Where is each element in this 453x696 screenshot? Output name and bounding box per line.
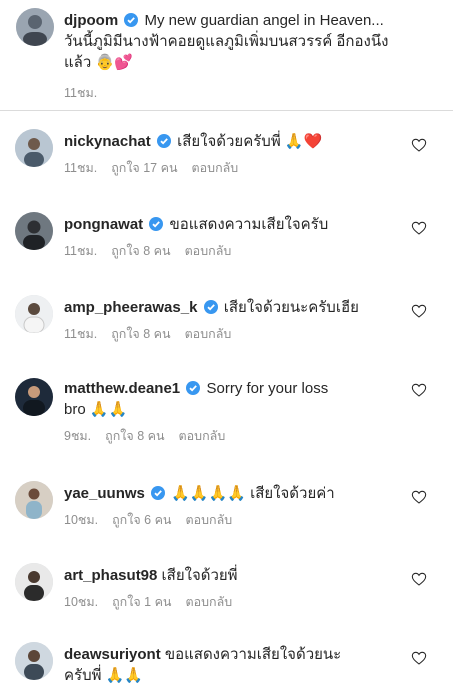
comment-username[interactable]: art_phasut98 xyxy=(64,567,157,584)
caption-username[interactable]: djpoom xyxy=(64,12,118,29)
comment-time: 11ชม. xyxy=(64,327,98,341)
caption-line-1: My new guardian angel in Heaven... xyxy=(144,12,384,29)
comment-emoji: 🙏🙏🙏🙏 xyxy=(171,484,246,502)
heart-icon[interactable] xyxy=(411,137,427,153)
avatar[interactable] xyxy=(15,563,53,601)
comment-likes[interactable]: ถูกใจ 8 คน xyxy=(111,241,170,261)
reply-button[interactable]: ตอบกลับ xyxy=(185,592,232,612)
comment-likes[interactable]: ถูกใจ 6 คน xyxy=(112,510,171,530)
caption-line-3: แล้ว xyxy=(64,54,92,71)
comment-emoji: 🙏🙏 xyxy=(105,666,144,684)
reply-button[interactable]: ตอบกลับ xyxy=(185,241,232,261)
reply-button[interactable]: ตอบกลับ xyxy=(185,324,232,344)
comment-text: matthew.deane1 Sorry for your loss bro 🙏… xyxy=(64,378,405,420)
comment-item: matthew.deane1 Sorry for your loss bro 🙏… xyxy=(0,360,453,465)
verified-badge-icon xyxy=(124,13,139,27)
comment-meta: 10ชม. ถูกใจ 1 คน ตอบกลับ xyxy=(64,592,453,612)
comment-time: 9ชม. xyxy=(64,429,92,443)
comment-item: yae_uunws 🙏🙏🙏🙏 เสียใจด้วยค่า 10ชม. ถูกใจ… xyxy=(0,465,453,545)
comment-text: nickynachat เสียใจด้วยครับพี่ 🙏❤️ xyxy=(64,131,405,152)
comment-emoji: 🙏❤️ xyxy=(284,132,323,150)
avatar[interactable] xyxy=(15,295,53,333)
comment-message-line-2: bro xyxy=(64,401,86,418)
comment-item: pongnawat ขอแสดงความเสียใจครับ 11ชม. ถูก… xyxy=(0,194,453,277)
verified-badge-icon xyxy=(151,486,166,500)
comment-username[interactable]: amp_pheerawas_k xyxy=(64,299,197,316)
comment-message-line-2: ครับพี่ xyxy=(64,667,102,684)
caption-line-2: วันนี้ภูมิมีนางฟ้าคอยดูแลภูมิเพิ่มบนสวรร… xyxy=(64,33,389,50)
comment-item: deawsuriyont ขอแสดงความเสียใจด้วยนะ ครับ… xyxy=(0,628,453,696)
heart-icon[interactable] xyxy=(411,382,427,398)
verified-badge-icon xyxy=(203,300,218,314)
reply-button[interactable]: ตอบกลับ xyxy=(185,510,232,530)
comment-item: nickynachat เสียใจด้วยครับพี่ 🙏❤️ 11ชม. … xyxy=(0,111,453,194)
comment-meta: 10ชม. ถูกใจ 6 คน ตอบกลับ xyxy=(64,510,453,530)
reply-button[interactable]: ตอบกลับ xyxy=(192,158,239,178)
comment-message: ขอแสดงความเสียใจด้วยนะ xyxy=(164,646,342,663)
heart-icon[interactable] xyxy=(411,303,427,319)
comment-text: deawsuriyont ขอแสดงความเสียใจด้วยนะ ครับ… xyxy=(64,644,405,686)
comment-username[interactable]: pongnawat xyxy=(64,216,143,233)
comment-username[interactable]: nickynachat xyxy=(64,133,151,150)
comment-list: nickynachat เสียใจด้วยครับพี่ 🙏❤️ 11ชม. … xyxy=(0,111,453,696)
comment-username[interactable]: matthew.deane1 xyxy=(64,380,180,397)
comment-message: เสียใจด้วยค่า xyxy=(250,485,335,502)
caption-text: djpoom My new guardian angel in Heaven..… xyxy=(64,10,439,73)
avatar[interactable] xyxy=(15,129,53,167)
reply-button[interactable]: ตอบกลับ xyxy=(179,426,226,446)
instagram-comments-screen: djpoom My new guardian angel in Heaven..… xyxy=(0,0,453,696)
comment-time: 11ชม. xyxy=(64,244,98,258)
comment-time: 11ชม. xyxy=(64,161,98,175)
avatar[interactable] xyxy=(15,481,53,519)
comment-meta: 11ชม. ถูกใจ 8 คน ตอบกลับ xyxy=(64,324,453,344)
post-caption: djpoom My new guardian angel in Heaven..… xyxy=(0,0,453,110)
comment-text: yae_uunws 🙏🙏🙏🙏 เสียใจด้วยค่า xyxy=(64,483,405,504)
avatar[interactable] xyxy=(15,212,53,250)
comment-message: เสียใจด้วยนะครับเฮีย xyxy=(223,299,359,316)
comment-text: pongnawat ขอแสดงความเสียใจครับ xyxy=(64,214,405,235)
comment-message: Sorry for your loss xyxy=(206,380,329,397)
comment-time: 10ชม. xyxy=(64,595,99,609)
verified-badge-icon xyxy=(149,217,164,231)
comment-text: art_phasut98 เสียใจด้วยพี่ xyxy=(64,565,405,586)
comment-username[interactable]: yae_uunws xyxy=(64,485,145,502)
comment-meta: 9ชม. ถูกใจ 8 คน ตอบกลับ xyxy=(64,426,453,446)
heart-icon[interactable] xyxy=(411,650,427,666)
comment-item: art_phasut98 เสียใจด้วยพี่ 10ชม. ถูกใจ 1… xyxy=(0,545,453,628)
comment-likes[interactable]: ถูกใจ 1 คน xyxy=(112,592,171,612)
comment-meta: 11ชม. ถูกใจ 17 คน ตอบกลับ xyxy=(64,158,453,178)
verified-badge-icon xyxy=(156,134,171,148)
comment-likes[interactable]: ถูกใจ 8 คน xyxy=(111,324,170,344)
verified-badge-icon xyxy=(186,381,201,395)
comment-item: amp_pheerawas_k เสียใจด้วยนะครับเฮีย 11ช… xyxy=(0,277,453,360)
comment-likes[interactable]: ถูกใจ 17 คน xyxy=(111,158,177,178)
avatar[interactable] xyxy=(15,378,53,416)
comment-likes[interactable]: ถูกใจ 8 คน xyxy=(105,426,164,446)
comment-message: ขอแสดงความเสียใจครับ xyxy=(169,216,329,233)
comment-text: amp_pheerawas_k เสียใจด้วยนะครับเฮีย xyxy=(64,297,405,318)
caption-emoji: 👵💕 xyxy=(95,53,133,71)
heart-icon[interactable] xyxy=(411,220,427,236)
avatar[interactable] xyxy=(16,8,54,46)
comment-emoji: 🙏🙏 xyxy=(89,400,128,418)
comment-meta: 11ชม. ถูกใจ 8 คน ตอบกลับ xyxy=(64,241,453,261)
heart-icon[interactable] xyxy=(411,571,427,587)
comment-message: เสียใจด้วยครับพี่ xyxy=(177,133,281,150)
comment-time: 10ชม. xyxy=(64,513,99,527)
heart-icon[interactable] xyxy=(411,489,427,505)
comment-message: เสียใจด้วยพี่ xyxy=(161,567,238,584)
caption-time: 11ชม. xyxy=(64,86,98,100)
comment-username[interactable]: deawsuriyont xyxy=(64,646,161,663)
avatar[interactable] xyxy=(15,642,53,680)
